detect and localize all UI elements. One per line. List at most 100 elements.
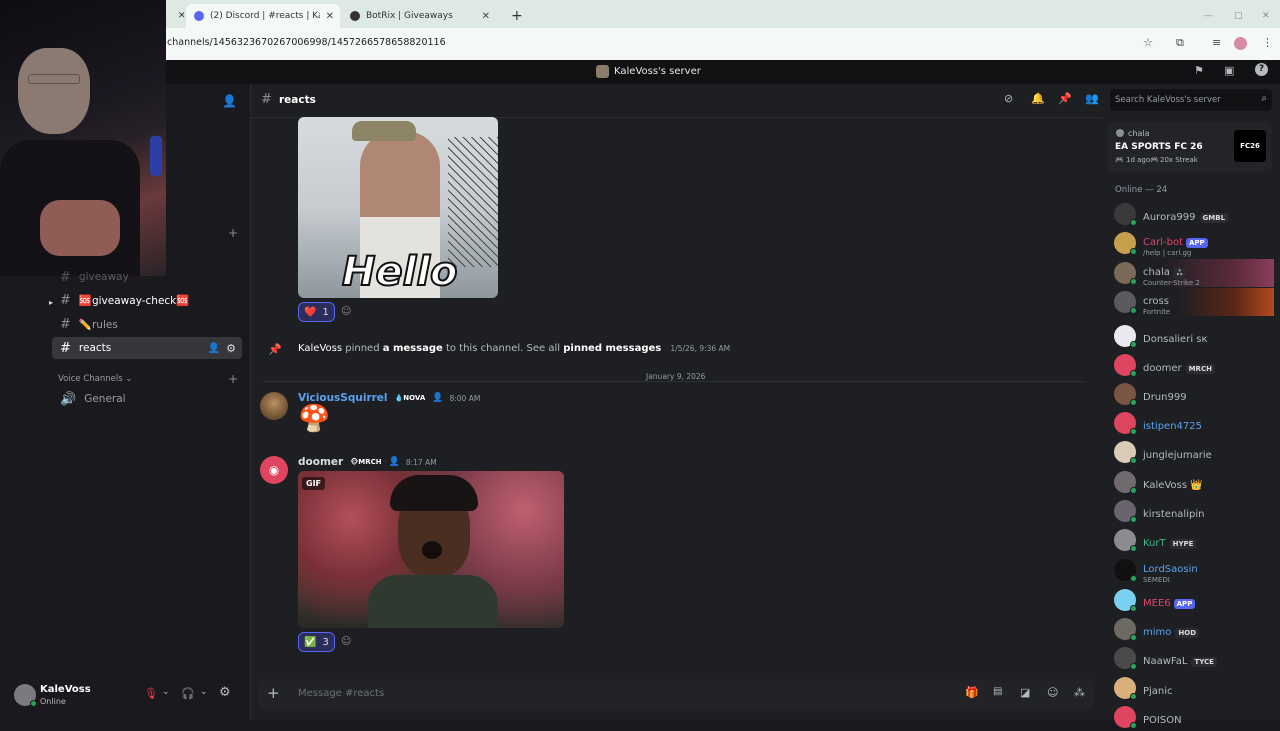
- chevron-down-icon[interactable]: ⌄: [200, 687, 208, 697]
- member-item[interactable]: KaleVoss 👑: [1114, 468, 1274, 496]
- add-reaction-icon[interactable]: ☺: [341, 636, 351, 647]
- member-name: KaleVoss 👑: [1143, 479, 1203, 491]
- member-text: kirstenalipin: [1143, 502, 1204, 521]
- member-item[interactable]: kirstenalipin: [1114, 497, 1274, 525]
- mic-muted-icon[interactable]: 🎙: [144, 687, 158, 700]
- minimize-icon[interactable]: —: [1196, 4, 1221, 28]
- channel-settings-icon[interactable]: ⚙: [226, 342, 236, 355]
- member-item[interactable]: NaawFaL TYCE: [1114, 644, 1274, 672]
- message-avatar[interactable]: [260, 392, 288, 420]
- inbox-flag-icon[interactable]: ⚑: [1194, 64, 1204, 77]
- member-item[interactable]: cross Fortnite: [1114, 288, 1274, 316]
- channel-giveaway-check[interactable]: # 🆘giveaway-check🆘: [52, 289, 242, 311]
- member-item[interactable]: Aurora999 GMBL: [1114, 200, 1274, 228]
- webcam-bottle: [150, 136, 162, 176]
- member-item[interactable]: junglejumarie: [1114, 438, 1274, 466]
- pinned-messages-link[interactable]: pinned messages: [563, 343, 661, 354]
- member-name: MEE6: [1143, 597, 1171, 609]
- gif-hello[interactable]: Hello: [298, 117, 498, 298]
- attach-plus-icon[interactable]: +: [267, 684, 280, 702]
- sticker-icon[interactable]: ◪: [1020, 686, 1030, 699]
- address-bar[interactable]: channels/1456323670267006998/14572665786…: [0, 28, 1280, 60]
- member-item[interactable]: POISON: [1114, 703, 1274, 731]
- message-author[interactable]: ViciousSquirrel: [298, 392, 388, 404]
- close-tab-icon[interactable]: ✕: [482, 11, 490, 22]
- reaction-heart[interactable]: ❤️ 1: [298, 302, 335, 322]
- channel-giveaway[interactable]: # giveaway: [52, 266, 242, 288]
- member-item[interactable]: Drun999: [1114, 380, 1274, 408]
- member-name-line: Drun999: [1143, 385, 1187, 404]
- help-icon[interactable]: ?: [1255, 63, 1268, 76]
- tag-icon: 💧: [394, 394, 404, 402]
- member-item[interactable]: Pjanic: [1114, 674, 1274, 702]
- gif-reaction[interactable]: GIF: [298, 471, 564, 628]
- maximize-icon[interactable]: ▢: [1226, 4, 1251, 28]
- tab-botrix[interactable]: BotRix | Giveaways ✕: [342, 4, 496, 28]
- bookmark-star-icon[interactable]: ☆: [1143, 36, 1153, 49]
- channel-rules[interactable]: # ✏️rules: [52, 313, 242, 335]
- close-prev-tab-icon[interactable]: ✕: [170, 4, 186, 28]
- member-item[interactable]: doomer MRCH: [1114, 351, 1274, 379]
- message-composer[interactable]: + Message #reacts 🎁 ▤ ◪ ☺ ⁂: [258, 679, 1094, 709]
- member-status-dot: [1130, 457, 1137, 464]
- browser-menu-icon[interactable]: ⋮: [1262, 36, 1273, 49]
- add-reaction-icon[interactable]: ☺: [341, 306, 351, 317]
- threads-icon[interactable]: ⊘: [1004, 92, 1013, 105]
- pinned-messages-icon[interactable]: 📌: [1058, 92, 1072, 105]
- invite-icon[interactable]: 👤: [222, 94, 237, 108]
- apps-icon[interactable]: ⁂: [1074, 686, 1085, 699]
- inbox-icon[interactable]: ▣: [1224, 64, 1234, 77]
- gif-caption: Hello: [341, 248, 459, 296]
- activity-game: EA SPORTS FC 26: [1115, 142, 1203, 152]
- member-list-icon[interactable]: 👥: [1085, 92, 1099, 105]
- emoji-icon[interactable]: ☺: [1047, 686, 1058, 699]
- member-name-line: cross: [1143, 289, 1170, 308]
- url-text[interactable]: channels/1456323670267006998/14572665786…: [167, 37, 446, 48]
- member-item[interactable]: mimo HOD: [1114, 615, 1274, 643]
- search-input[interactable]: Search KaleVoss's server ⌕: [1110, 89, 1272, 111]
- gift-icon[interactable]: 🎁: [965, 686, 979, 699]
- media-icon[interactable]: ≡: [1212, 36, 1221, 49]
- activity-card[interactable]: chala EA SPORTS FC 26 🎮 1d ago 🎮 20x Str…: [1108, 122, 1272, 172]
- tab-discord[interactable]: (2) Discord | #reacts | KaleVoss' ✕: [186, 4, 340, 28]
- notification-bell-icon[interactable]: 🔔: [1031, 92, 1045, 105]
- pin-user[interactable]: KaleVoss: [298, 343, 342, 354]
- member-item[interactable]: LordSaosin SEMEDI: [1114, 556, 1274, 584]
- search-icon: ⌕: [1261, 93, 1267, 104]
- channel-reacts[interactable]: # reacts 👤 ⚙: [52, 337, 242, 359]
- member-item[interactable]: MEE6 APP: [1114, 586, 1274, 614]
- extensions-icon[interactable]: ⧉: [1176, 36, 1184, 50]
- new-tab-icon[interactable]: +: [503, 4, 531, 28]
- date-divider: [262, 381, 1086, 382]
- user-settings-icon[interactable]: ⚙: [219, 685, 231, 700]
- message-avatar[interactable]: ◉: [260, 456, 288, 484]
- close-tab-icon[interactable]: ✕: [326, 11, 334, 22]
- voice-channel-general[interactable]: 🔊 General: [52, 388, 242, 410]
- member-avatar: [1114, 706, 1137, 729]
- create-invite-icon[interactable]: 👤: [208, 343, 220, 354]
- headphones-icon[interactable]: 🎧: [181, 687, 195, 700]
- message-author[interactable]: doomer: [298, 456, 343, 468]
- member-name-line: junglejumarie: [1143, 443, 1212, 462]
- close-window-icon[interactable]: ✕: [1254, 4, 1278, 28]
- reaction-check[interactable]: ✅ 3: [298, 632, 335, 652]
- voice-section-header[interactable]: Voice Channels ⌄: [58, 374, 132, 384]
- message-input[interactable]: Message #reacts: [298, 688, 384, 699]
- channel-header: # reacts: [250, 84, 1103, 118]
- member-item[interactable]: chala ஃ Counter-Strike 2: [1114, 259, 1274, 287]
- gif-picker-icon[interactable]: ▤: [993, 686, 1002, 697]
- member-item[interactable]: Donsalieri ѕк: [1114, 322, 1274, 350]
- add-voice-channel-icon[interactable]: +: [228, 372, 238, 386]
- member-text: NaawFaL TYCE: [1143, 649, 1217, 668]
- member-name: Drun999: [1143, 391, 1187, 403]
- chevron-down-icon[interactable]: ⌄: [162, 687, 170, 697]
- game-logo-label: FC26: [1240, 142, 1260, 150]
- member-item[interactable]: Carl-bot APP/help | carl.gg: [1114, 229, 1274, 257]
- member-item[interactable]: KurT HYPE: [1114, 526, 1274, 554]
- member-text: LordSaosin SEMEDI: [1143, 557, 1198, 584]
- add-channel-icon[interactable]: +: [228, 226, 238, 240]
- profile-avatar[interactable]: [1234, 37, 1247, 50]
- member-item[interactable]: istipen4725: [1114, 409, 1274, 437]
- member-text: junglejumarie: [1143, 443, 1212, 462]
- pin-link[interactable]: a message: [383, 343, 443, 354]
